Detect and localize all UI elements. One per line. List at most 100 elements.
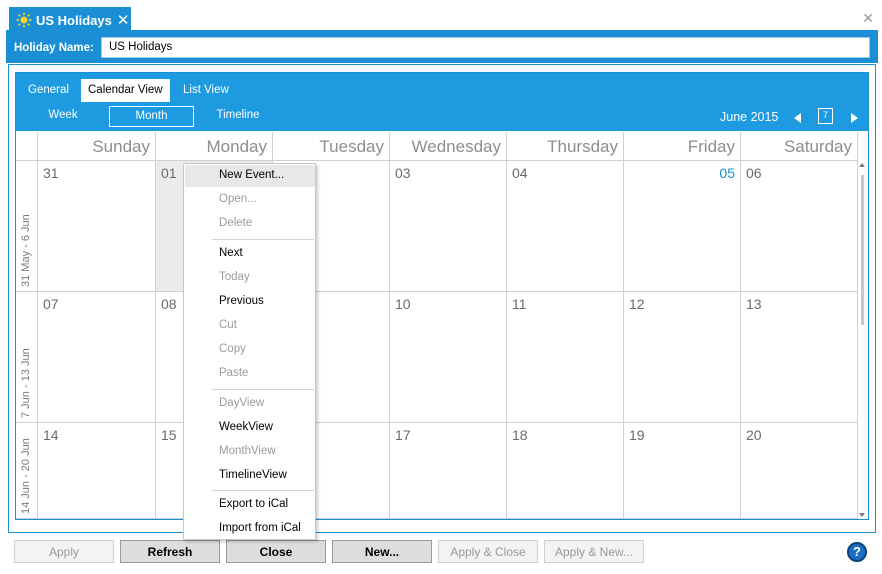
- day-number: 15: [161, 427, 177, 443]
- document-tab-bar: US Holidays ✕ ✕: [6, 4, 878, 33]
- day-cell[interactable]: 17: [390, 423, 507, 519]
- day-header: Wednesday: [390, 132, 507, 161]
- menu-item-monthview[interactable]: MonthView: [185, 441, 315, 463]
- vertical-scrollbar[interactable]: [857, 161, 868, 519]
- subtab-timeline[interactable]: Timeline: [208, 106, 268, 127]
- month-title: June 2015: [720, 110, 779, 124]
- button-bar: Apply Refresh Close New... Apply & Close…: [6, 535, 878, 572]
- menu-item-timelineview[interactable]: TimelineView: [185, 465, 315, 487]
- subtab-month[interactable]: Month: [109, 106, 194, 127]
- day-cell[interactable]: 10: [390, 292, 507, 423]
- scroll-thumb[interactable]: [861, 175, 864, 325]
- day-cell[interactable]: 03: [390, 161, 507, 292]
- week-label-text: 31 May - 6 Jun: [20, 214, 32, 287]
- day-number: 01: [161, 165, 177, 181]
- scroll-down-arrow-icon[interactable]: [859, 513, 865, 517]
- menu-item-open[interactable]: Open...: [185, 189, 315, 211]
- day-cell[interactable]: 20: [741, 423, 858, 519]
- menu-item-copy[interactable]: Copy: [185, 339, 315, 361]
- help-icon[interactable]: ?: [847, 542, 867, 562]
- day-number: 10: [395, 296, 411, 312]
- day-cell[interactable]: 19: [624, 423, 741, 519]
- tab-general[interactable]: General: [21, 79, 76, 102]
- day-number: 31: [43, 165, 59, 181]
- menu-item-cut[interactable]: Cut: [185, 315, 315, 337]
- week-label: 31 May - 6 Jun: [16, 161, 38, 292]
- menu-item-previous[interactable]: Previous: [185, 291, 315, 313]
- holiday-name-label: Holiday Name:: [14, 42, 94, 54]
- menu-item-dayview[interactable]: DayView: [185, 393, 315, 415]
- day-cell[interactable]: 11: [507, 292, 624, 423]
- day-header: Saturday: [741, 132, 858, 161]
- day-number: 03: [395, 165, 411, 181]
- day-cell[interactable]: 13: [741, 292, 858, 423]
- grid-corner: [16, 132, 38, 161]
- day-number: 07: [43, 296, 59, 312]
- tab-close-icon[interactable]: ✕: [117, 11, 130, 29]
- day-number: 13: [746, 296, 762, 312]
- apply-and-close-button[interactable]: Apply & Close: [438, 540, 538, 563]
- previous-arrow-icon[interactable]: [794, 113, 801, 123]
- day-number: 19: [629, 427, 645, 443]
- day-number: 18: [512, 427, 528, 443]
- new-button[interactable]: New...: [332, 540, 432, 563]
- day-cell[interactable]: 18: [507, 423, 624, 519]
- day-number: 12: [629, 296, 645, 312]
- day-cell[interactable]: 12: [624, 292, 741, 423]
- content-panel: General Calendar View List View Week Mon…: [8, 64, 876, 533]
- day-number: 20: [746, 427, 762, 443]
- tab-list-view[interactable]: List View: [176, 79, 236, 102]
- subtab-week[interactable]: Week: [36, 106, 90, 127]
- day-header: Thursday: [507, 132, 624, 161]
- menu-separator: [212, 490, 314, 491]
- holiday-name-row: Holiday Name: US Holidays: [6, 33, 878, 63]
- refresh-button[interactable]: Refresh: [120, 540, 220, 563]
- day-cell[interactable]: 04: [507, 161, 624, 292]
- scroll-up-arrow-icon[interactable]: [859, 163, 865, 167]
- day-cell[interactable]: 06: [741, 161, 858, 292]
- day-cell[interactable]: 14: [38, 423, 156, 519]
- day-cell[interactable]: 31: [38, 161, 156, 292]
- menu-item-delete[interactable]: Delete: [185, 213, 315, 235]
- week-label-text: 14 Jun - 20 Jun: [20, 438, 32, 514]
- day-header: Friday: [624, 132, 741, 161]
- day-number: 04: [512, 165, 528, 181]
- apply-button[interactable]: Apply: [14, 540, 114, 563]
- menu-item-paste[interactable]: Paste: [185, 363, 315, 385]
- document-tab-title: US Holidays: [36, 12, 112, 28]
- menu-item-next[interactable]: Next: [185, 243, 315, 265]
- apply-and-new-button[interactable]: Apply & New...: [544, 540, 644, 563]
- menu-item-weekview[interactable]: WeekView: [185, 417, 315, 439]
- day-number: 05: [719, 165, 735, 181]
- day-header: Sunday: [38, 132, 156, 161]
- day-number: 14: [43, 427, 59, 443]
- day-header: Tuesday: [273, 132, 390, 161]
- week-label-text: 7 Jun - 13 Jun: [20, 348, 32, 418]
- day-number: 11: [512, 296, 527, 312]
- document-tab[interactable]: US Holidays ✕: [9, 7, 131, 33]
- scheduler: General Calendar View List View Week Mon…: [15, 72, 869, 520]
- next-arrow-icon[interactable]: [851, 113, 858, 123]
- window-close-icon[interactable]: ✕: [862, 10, 874, 27]
- week-label: 14 Jun - 20 Jun: [16, 423, 38, 519]
- view-ribbon: General Calendar View List View Week Mon…: [16, 73, 868, 131]
- editor-window: US Holidays ✕ ✕ Holiday Name: US Holiday…: [6, 4, 878, 572]
- tab-calendar-view[interactable]: Calendar View: [81, 79, 170, 102]
- sun-icon: [16, 12, 32, 28]
- menu-item-export-ical[interactable]: Export to iCal: [185, 494, 315, 516]
- week-label: 7 Jun - 13 Jun: [16, 292, 38, 423]
- day-header: Monday: [156, 132, 273, 161]
- menu-item-new-event[interactable]: New Event...: [185, 165, 315, 187]
- menu-separator: [212, 239, 314, 240]
- day-cell-today[interactable]: 05: [624, 161, 741, 292]
- close-button[interactable]: Close: [226, 540, 326, 563]
- calendar-icon[interactable]: 7: [818, 108, 833, 124]
- day-cell[interactable]: 07: [38, 292, 156, 423]
- holiday-name-input[interactable]: US Holidays: [101, 37, 870, 58]
- context-menu: New Event... Open... Delete Next Today P…: [183, 163, 316, 540]
- menu-item-import-ical[interactable]: Import from iCal: [185, 518, 315, 540]
- day-number: 08: [161, 296, 177, 312]
- day-number: 17: [395, 427, 411, 443]
- menu-item-today[interactable]: Today: [185, 267, 315, 289]
- day-number: 06: [746, 165, 762, 181]
